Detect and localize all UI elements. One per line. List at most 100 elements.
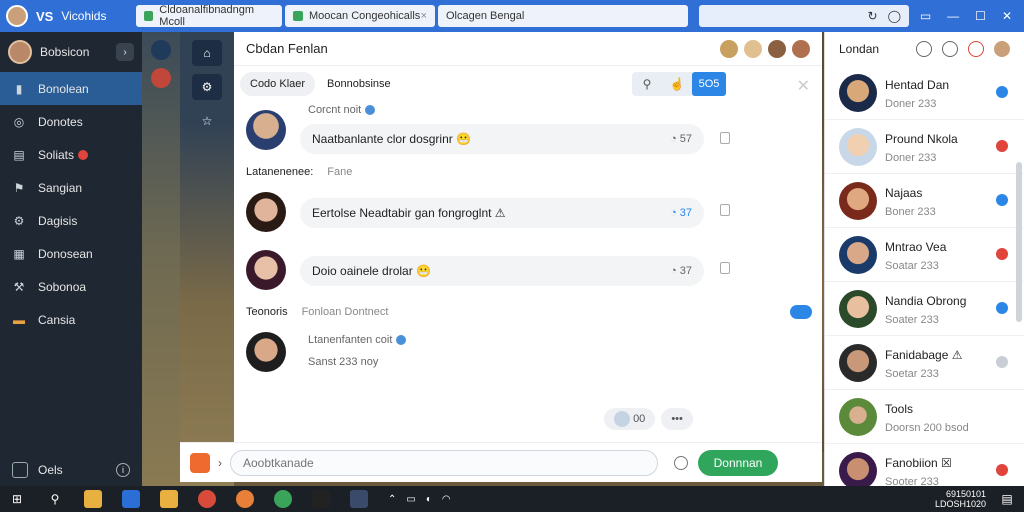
sidebar-item-6[interactable]: ▦ Donosean bbox=[0, 237, 142, 270]
star-icon[interactable]: ☆ bbox=[192, 108, 222, 134]
file-explorer-icon[interactable] bbox=[84, 490, 102, 508]
browser-tab-2[interactable]: Moocan Congeohicalls × bbox=[285, 5, 435, 27]
message-meta: Corcnt noit bbox=[308, 104, 376, 116]
search-icon[interactable] bbox=[916, 41, 932, 57]
attachment-icon[interactable] bbox=[190, 452, 210, 473]
browser-tab-3[interactable]: Olcagen Bengal bbox=[438, 5, 688, 27]
contact-item[interactable]: Tools Doorsn 200 bsod bbox=[825, 390, 1024, 444]
firefox-icon[interactable] bbox=[236, 490, 254, 508]
info-icon[interactable] bbox=[674, 455, 688, 470]
close-icon[interactable]: ✕ bbox=[1002, 9, 1012, 23]
contact-item[interactable]: Pround Nkola Doner 233 bbox=[825, 120, 1024, 174]
contact-item[interactable]: Hentad Dan Doner 233 bbox=[825, 66, 1024, 120]
message-item: Corcnt noit Naatbanlante clor dosgrinr 😬… bbox=[244, 102, 812, 160]
terminal-icon[interactable] bbox=[312, 490, 330, 508]
contact-name: Najaas bbox=[885, 186, 923, 200]
filter-text[interactable]: Bonnobsinse bbox=[327, 78, 391, 90]
participant-avatar[interactable] bbox=[768, 39, 786, 58]
settings-icon[interactable]: ⚙ bbox=[192, 74, 222, 100]
active-app-icon[interactable] bbox=[350, 490, 368, 508]
profile-circle-icon[interactable]: ◯ bbox=[888, 9, 901, 23]
contact-item[interactable]: Nandia Obrong Soater 233 bbox=[825, 282, 1024, 336]
call-icon[interactable] bbox=[996, 356, 1008, 368]
profile-avatar[interactable] bbox=[994, 41, 1010, 57]
call-icon[interactable] bbox=[996, 464, 1008, 476]
participant-avatar[interactable] bbox=[744, 39, 762, 58]
call-icon[interactable] bbox=[996, 194, 1008, 206]
clock[interactable]: 69150101 LDOSH1020 bbox=[935, 489, 986, 509]
maximize-icon[interactable]: ☐ bbox=[975, 9, 986, 23]
sidebar-item-8[interactable]: ▬ Cansia bbox=[0, 303, 142, 336]
message-text: Naatbanlante clor dosgrinr 😬 bbox=[312, 132, 472, 146]
reload-icon[interactable]: ↻ bbox=[868, 9, 878, 23]
more-reactions[interactable]: ••• bbox=[661, 408, 693, 430]
participant-avatar[interactable] bbox=[792, 39, 810, 58]
call-icon[interactable] bbox=[996, 248, 1008, 260]
app-icon[interactable] bbox=[274, 490, 292, 508]
sidebar-item-label: Donotes bbox=[38, 114, 83, 129]
notifications-icon[interactable]: ▤ bbox=[998, 490, 1016, 508]
network-icon[interactable]: ▭ bbox=[406, 494, 415, 505]
call-icon[interactable] bbox=[996, 302, 1008, 314]
chevron-right-icon[interactable]: › bbox=[218, 456, 222, 470]
chevron-up-icon[interactable]: ⌃ bbox=[388, 494, 396, 505]
home-icon[interactable]: ⌂ bbox=[192, 40, 222, 66]
contact-avatar bbox=[839, 398, 877, 436]
wifi-icon[interactable]: ◠ bbox=[442, 494, 451, 505]
address-bar[interactable]: ↻ ◯ bbox=[699, 5, 909, 27]
contact-item[interactable]: Fanidabage ⚠ Soetar 233 bbox=[825, 336, 1024, 390]
browser-tab-1[interactable]: Cldoanalfibnadngm Mcoll bbox=[136, 4, 282, 28]
sender-avatar[interactable] bbox=[246, 250, 286, 290]
call-icon[interactable] bbox=[996, 140, 1008, 152]
contact-item[interactable]: Mntrao Vea Soatar 233 bbox=[825, 228, 1024, 282]
contact-avatar bbox=[839, 236, 877, 274]
chrome-icon[interactable] bbox=[198, 490, 216, 508]
primary-tool-button[interactable]: 5O5 bbox=[692, 72, 726, 96]
sidebar-user[interactable]: Bobsicon › bbox=[0, 32, 142, 72]
close-icon[interactable]: ✕ bbox=[797, 76, 810, 96]
refresh-icon[interactable] bbox=[942, 41, 958, 57]
contact-name: Fanobiion ☒ bbox=[885, 456, 952, 470]
participant-avatar[interactable] bbox=[720, 39, 738, 58]
sidebar-item-2[interactable]: ◎ Donotes bbox=[0, 105, 142, 138]
sidebar-item-7[interactable]: ⚒ Sobonoa bbox=[0, 270, 142, 303]
bookmark-icon[interactable] bbox=[720, 132, 730, 144]
sender-avatar[interactable] bbox=[246, 192, 286, 232]
windows-start-icon[interactable]: ⊞ bbox=[8, 490, 26, 508]
sidebar-item-4[interactable]: ⚑ Sangian bbox=[0, 171, 142, 204]
like-icon[interactable]: ☝ bbox=[662, 72, 692, 96]
store-icon[interactable] bbox=[12, 462, 28, 478]
notification-icon[interactable] bbox=[968, 41, 984, 57]
reaction-pill[interactable]: 00 bbox=[604, 408, 656, 430]
tab-label: Cldoanalfibnadngm Mcoll bbox=[159, 4, 255, 28]
search-icon[interactable]: ⚲ bbox=[46, 490, 64, 508]
sidebar-item-3[interactable]: ▤ Soliats bbox=[0, 138, 142, 171]
send-button[interactable]: Donnnan bbox=[698, 449, 778, 476]
filter-pill[interactable]: Codo Klaer bbox=[240, 72, 316, 96]
profile-avatar[interactable] bbox=[6, 5, 28, 27]
message-input[interactable] bbox=[230, 449, 658, 476]
tablet-mode-icon[interactable]: ▭ bbox=[920, 9, 931, 23]
folder-icon[interactable] bbox=[160, 490, 178, 508]
message-text: Eertolse Neadtabir gan fongroglnt ⚠ bbox=[312, 206, 506, 220]
section-toggle[interactable] bbox=[790, 305, 812, 319]
call-icon[interactable] bbox=[996, 86, 1008, 98]
minimize-icon[interactable]: — bbox=[947, 9, 959, 23]
message-bubble[interactable]: Eertolse Neadtabir gan fongroglnt ⚠ ◔ 37 bbox=[300, 198, 704, 228]
pin-icon[interactable]: ⚲ bbox=[632, 72, 662, 96]
volume-icon[interactable]: ◐ bbox=[426, 494, 432, 505]
bookmark-icon[interactable] bbox=[720, 262, 730, 274]
message-bubble[interactable]: Naatbanlante clor dosgrinr 😬 ◔ 57 bbox=[300, 124, 704, 154]
bookmark-icon[interactable] bbox=[720, 204, 730, 216]
store-icon[interactable] bbox=[122, 490, 140, 508]
message-bubble[interactable]: Doio oainele drolar 😬 ◔ 37 bbox=[300, 256, 704, 286]
sender-avatar[interactable] bbox=[246, 110, 286, 150]
sidebar-item-5[interactable]: ⚙ Dagisis bbox=[0, 204, 142, 237]
contacts-scrollbar[interactable] bbox=[1016, 162, 1022, 322]
sender-avatar[interactable] bbox=[246, 332, 286, 372]
contact-item[interactable]: Najaas Boner 233 bbox=[825, 174, 1024, 228]
chevron-down-icon[interactable]: › bbox=[116, 43, 134, 61]
sidebar-item-1[interactable]: ▮ Bonolean bbox=[0, 72, 142, 105]
tab-close-icon[interactable]: × bbox=[421, 10, 427, 22]
info-icon[interactable]: i bbox=[116, 463, 130, 477]
